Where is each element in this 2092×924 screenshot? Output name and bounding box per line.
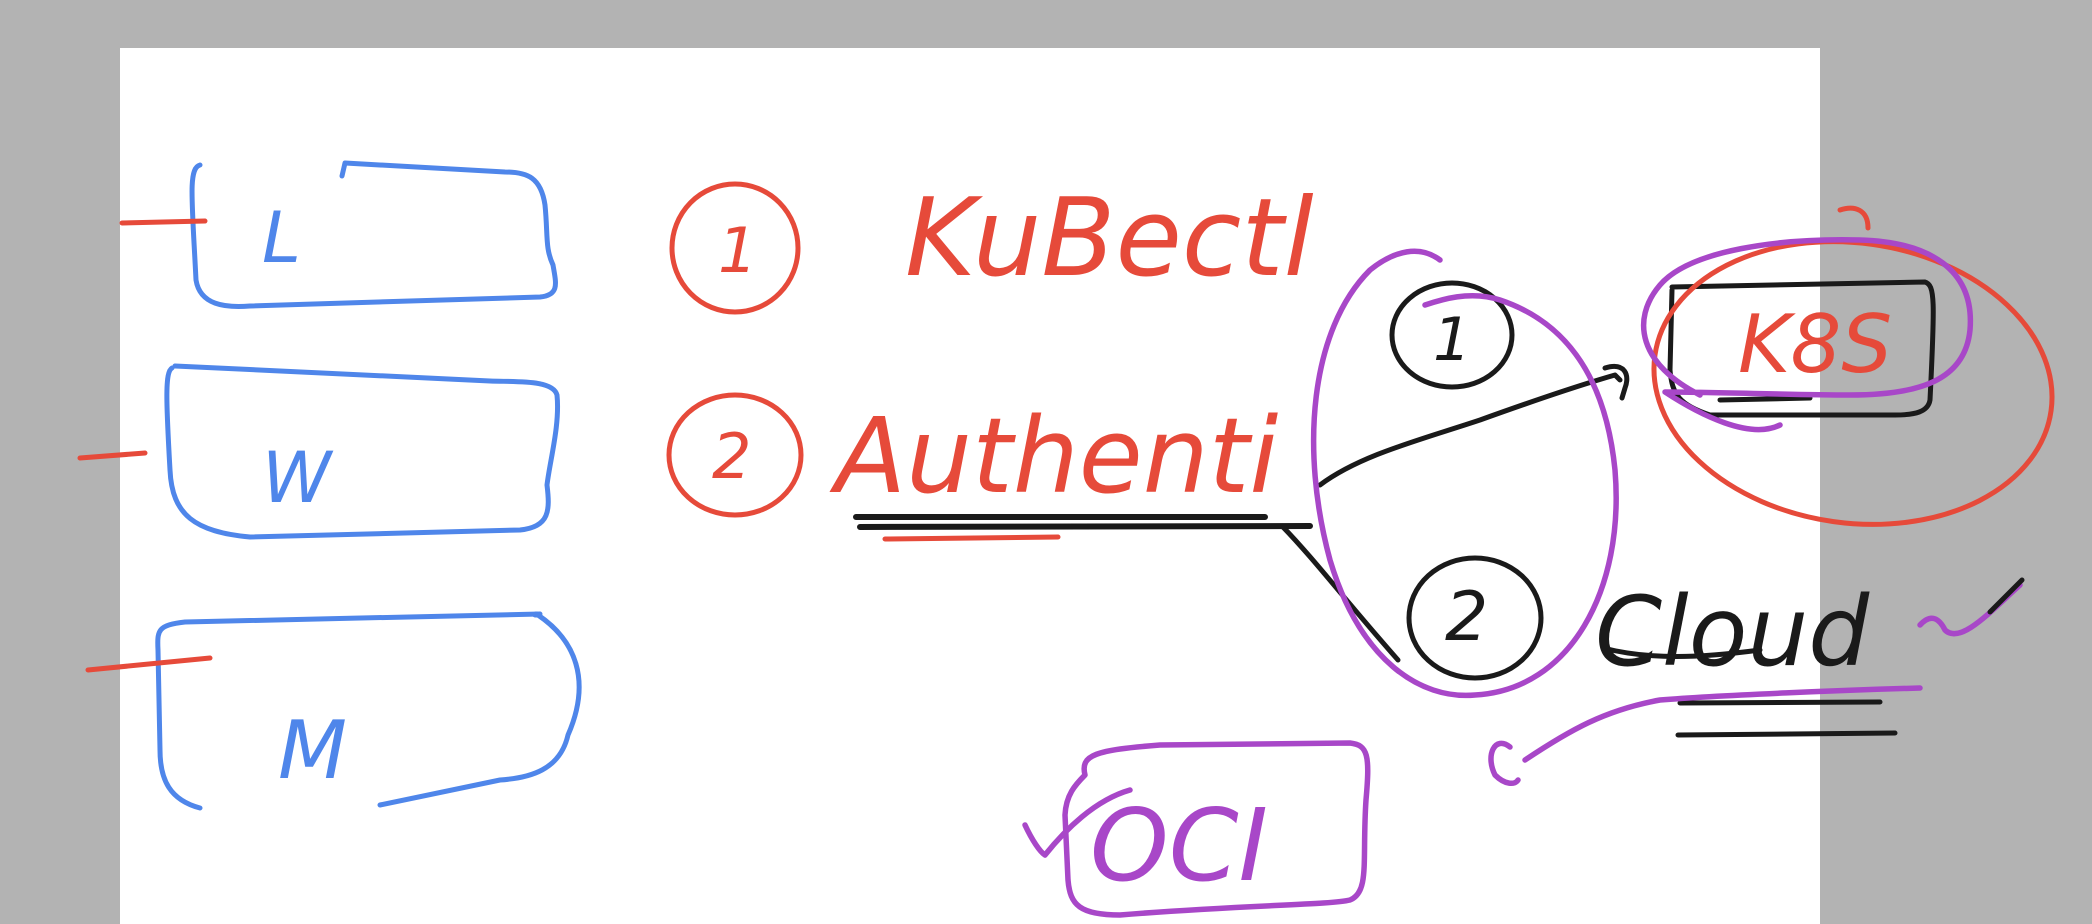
step-2-text: Authenti [829,395,1278,517]
step-1-number: 1 [718,214,757,287]
cloud-check-icon [1917,582,2023,637]
step-2-number: 2 [712,420,751,493]
box-w-label: W [262,437,334,519]
whiteboard-ink: L W M 1 KuBectl 2 Authenti 1 2 K8S Cloud… [77,160,2055,918]
oci-label: OCI [1090,787,1268,904]
k8s-label: K8S [1738,298,1892,391]
box-m-label: M [278,704,347,797]
k8s-target: K8S [1640,205,2055,527]
cloud-label: Cloud [1595,576,1870,688]
oci-box: OCI [1022,740,1371,918]
option-2-number: 2 [1445,578,1488,657]
option-1-number: 1 [1433,305,1471,375]
step-1: 1 KuBectl [669,176,1314,315]
box-m: M [85,611,582,811]
cloud-label-group: Cloud [1488,576,2025,786]
box-l: L [119,160,558,309]
step-2: 2 Authenti [666,392,1313,542]
option-2: 2 [1406,555,1544,681]
step-1-text: KuBectl [905,176,1314,301]
box-l-label: L [262,197,301,279]
box-w: W [77,363,561,540]
